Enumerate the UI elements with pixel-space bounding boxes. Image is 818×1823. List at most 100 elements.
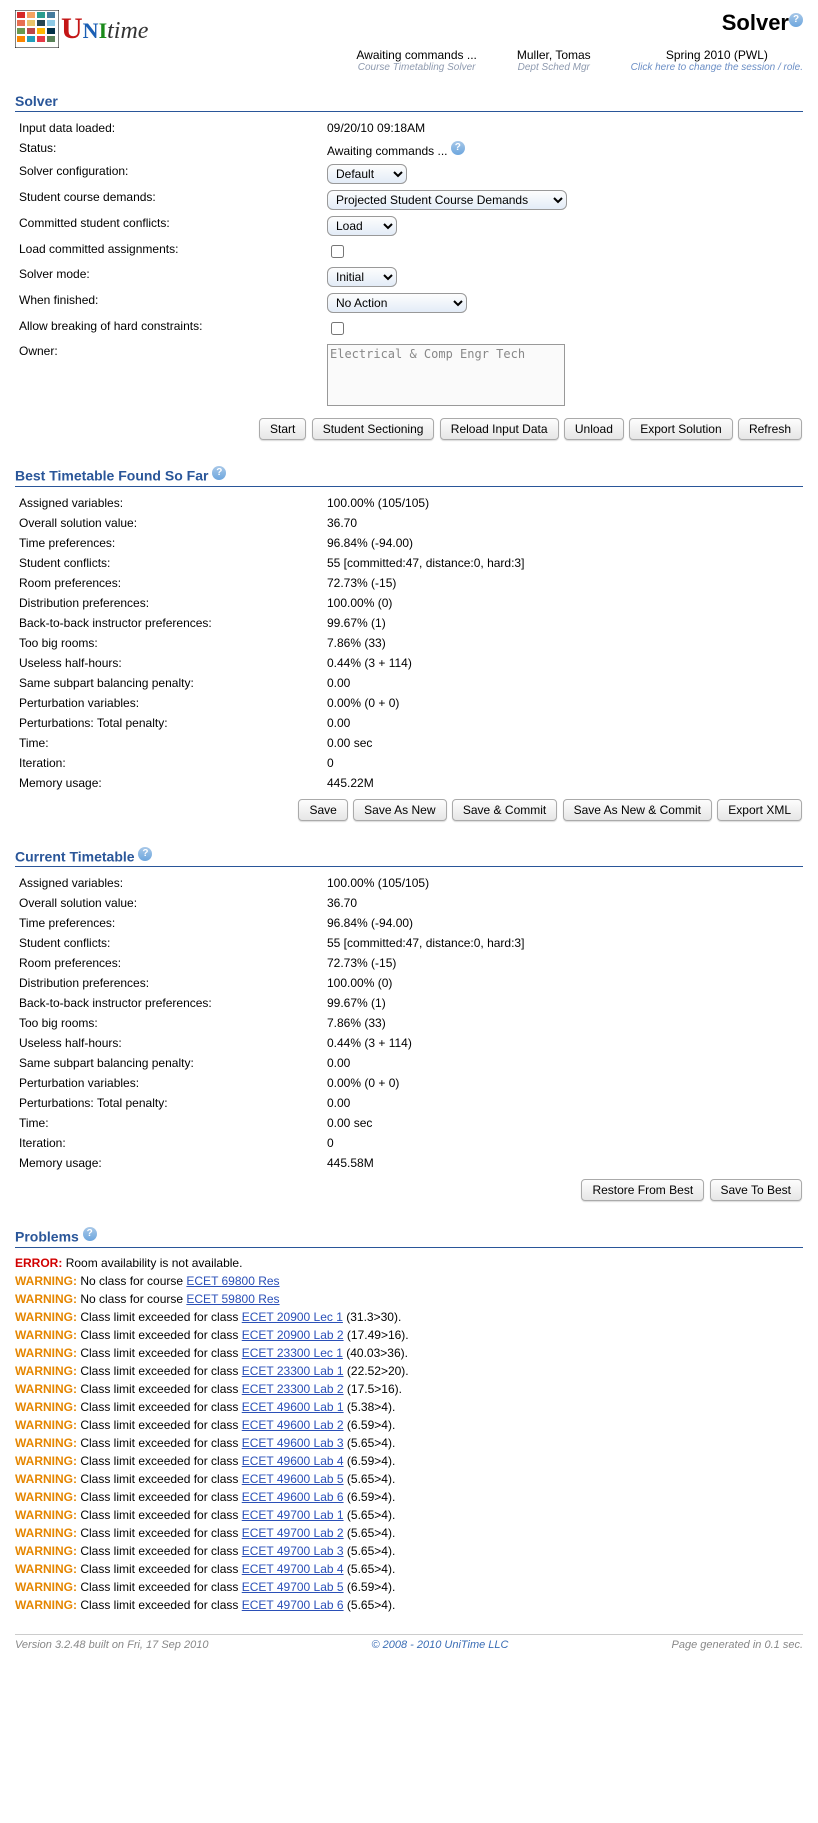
warning-label: WARNING: [15, 1382, 77, 1396]
session-block[interactable]: Spring 2010 (PWL) Click here to change t… [631, 48, 803, 73]
status-label: Status: [15, 138, 323, 161]
demands-label: Student course demands: [15, 187, 323, 213]
course-link[interactable]: ECET 49700 Lab 6 [242, 1598, 344, 1612]
error-label: ERROR: [15, 1256, 62, 1270]
stat-value: 55 [committed:47, distance:0, hard:3] [323, 933, 803, 953]
warning-post: (40.03>36). [343, 1346, 408, 1360]
help-icon[interactable]: ? [138, 847, 152, 861]
help-icon[interactable]: ? [789, 13, 803, 27]
warning-label: WARNING: [15, 1364, 77, 1378]
warning-label: WARNING: [15, 1508, 77, 1522]
stat-value: 0.44% (3 + 114) [323, 1033, 803, 1053]
stat-label: Assigned variables: [15, 493, 323, 513]
mode-select[interactable]: Initial [327, 267, 397, 287]
course-link[interactable]: ECET 49700 Lab 4 [242, 1562, 344, 1576]
refresh-button[interactable]: Refresh [738, 418, 802, 440]
stat-value: 96.84% (-94.00) [323, 533, 803, 553]
stat-value: 0.44% (3 + 114) [323, 653, 803, 673]
solver-section-title: Solver [15, 91, 803, 112]
help-icon[interactable]: ? [212, 466, 226, 480]
stat-label: Perturbation variables: [15, 1073, 323, 1093]
course-link[interactable]: ECET 20900 Lec 1 [242, 1310, 343, 1324]
warning-label: WARNING: [15, 1526, 77, 1540]
committed-conflicts-select[interactable]: Load [327, 216, 397, 236]
warning-label: WARNING: [15, 1562, 77, 1576]
help-icon[interactable]: ? [83, 1227, 97, 1241]
allow-break-checkbox[interactable] [331, 322, 344, 335]
save-button[interactable]: Save [298, 799, 347, 821]
warning-label: WARNING: [15, 1580, 77, 1594]
warning-post: (5.65>4). [344, 1436, 396, 1450]
mode-label: Solver mode: [15, 264, 323, 290]
student-sectioning-button[interactable]: Student Sectioning [312, 418, 435, 440]
help-icon[interactable]: ? [451, 141, 465, 155]
warning-pre: Class limit exceeded for class [80, 1454, 241, 1468]
warning-pre: No class for course [80, 1274, 186, 1288]
restore-from-best-button[interactable]: Restore From Best [581, 1179, 704, 1201]
save-to-best-button[interactable]: Save To Best [710, 1179, 803, 1201]
status-block: Awaiting commands ... Course Timetabling… [356, 48, 477, 73]
warning-post: (5.65>4). [344, 1526, 396, 1540]
warning-label: WARNING: [15, 1274, 77, 1288]
export-solution-button[interactable]: Export Solution [629, 418, 732, 440]
course-link[interactable]: ECET 23300 Lec 1 [242, 1346, 343, 1360]
course-link[interactable]: ECET 49700 Lab 3 [242, 1544, 344, 1558]
course-link[interactable]: ECET 49700 Lab 1 [242, 1508, 344, 1522]
course-link[interactable]: ECET 69800 Res [186, 1274, 279, 1288]
stat-label: Time: [15, 733, 323, 753]
export-xml-button[interactable]: Export XML [717, 799, 802, 821]
warning-label: WARNING: [15, 1418, 77, 1432]
course-link[interactable]: ECET 49600 Lab 5 [242, 1472, 344, 1486]
stat-label: Perturbations: Total penalty: [15, 1093, 323, 1113]
input-loaded-label: Input data loaded: [15, 118, 323, 138]
course-link[interactable]: ECET 49600 Lab 6 [242, 1490, 344, 1504]
warning-label: WARNING: [15, 1400, 77, 1414]
stat-label: Too big rooms: [15, 1013, 323, 1033]
start-button[interactable]: Start [259, 418, 306, 440]
finished-select[interactable]: No Action [327, 293, 467, 313]
course-link[interactable]: ECET 49600 Lab 3 [242, 1436, 344, 1450]
save-as-new-commit-button[interactable]: Save As New & Commit [563, 799, 712, 821]
course-link[interactable]: ECET 23300 Lab 2 [242, 1382, 344, 1396]
stat-value: 0.00 [323, 1053, 803, 1073]
warning-post: (5.38>4). [344, 1400, 396, 1414]
best-table: Assigned variables:100.00% (105/105)Over… [15, 493, 803, 793]
warning-line: WARNING: Class limit exceeded for class … [15, 1452, 803, 1470]
course-link[interactable]: ECET 49700 Lab 2 [242, 1526, 344, 1540]
warning-post: (5.65>4). [344, 1598, 396, 1612]
config-select[interactable]: Default [327, 164, 407, 184]
unload-button[interactable]: Unload [564, 418, 624, 440]
warning-post: (5.65>4). [344, 1508, 396, 1522]
demands-select[interactable]: Projected Student Course Demands [327, 190, 567, 210]
course-link[interactable]: ECET 49600 Lab 4 [242, 1454, 344, 1468]
stat-label: Memory usage: [15, 1153, 323, 1173]
save-commit-button[interactable]: Save & Commit [452, 799, 557, 821]
course-link[interactable]: ECET 23300 Lab 1 [242, 1364, 344, 1378]
warning-post: (22.52>20). [344, 1364, 409, 1378]
owner-textarea[interactable]: Electrical & Comp Engr Tech [327, 344, 565, 406]
current-section-title: Current Timetable ? [15, 845, 803, 868]
stat-label: Assigned variables: [15, 873, 323, 893]
course-link[interactable]: ECET 49600 Lab 1 [242, 1400, 344, 1414]
copyright-text: © 2008 - 2010 UniTime LLC [371, 1639, 508, 1651]
load-committed-checkbox[interactable] [331, 245, 344, 258]
stat-value: 55 [committed:47, distance:0, hard:3] [323, 553, 803, 573]
warning-post: (17.49>16). [344, 1328, 409, 1342]
course-link[interactable]: ECET 49600 Lab 2 [242, 1418, 344, 1432]
reload-input-button[interactable]: Reload Input Data [440, 418, 559, 440]
save-as-new-button[interactable]: Save As New [353, 799, 446, 821]
warning-post: (6.59>4). [344, 1490, 396, 1504]
warning-line: WARNING: Class limit exceeded for class … [15, 1560, 803, 1578]
problems-container: ERROR: Room availability is not availabl… [15, 1254, 803, 1614]
load-committed-label: Load committed assignments: [15, 239, 323, 264]
course-link[interactable]: ECET 59800 Res [186, 1292, 279, 1306]
course-link[interactable]: ECET 49700 Lab 5 [242, 1580, 344, 1594]
error-text: Room availability is not available. [66, 1256, 243, 1270]
solver-form: Input data loaded: 09/20/10 09:18AM Stat… [15, 118, 803, 412]
stat-label: Useless half-hours: [15, 653, 323, 673]
course-link[interactable]: ECET 20900 Lab 2 [242, 1328, 344, 1342]
warning-pre: Class limit exceeded for class [80, 1490, 241, 1504]
stat-label: Time: [15, 1113, 323, 1133]
user-block[interactable]: Muller, Tomas Dept Sched Mgr [517, 48, 591, 73]
stat-value: 99.67% (1) [323, 613, 803, 633]
